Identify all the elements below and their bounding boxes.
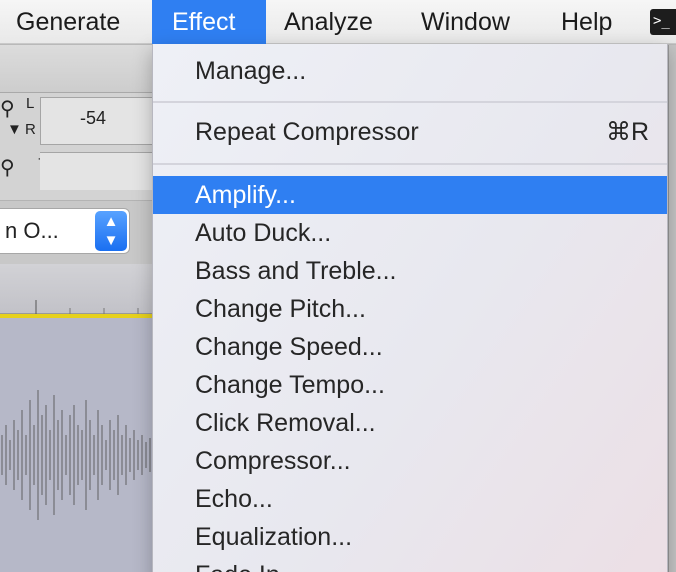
menu-item-repeat-compressor[interactable]: Repeat Compressor ⌘R bbox=[153, 113, 667, 151]
menu-item-label: Auto Duck... bbox=[195, 219, 332, 247]
menu-item-click-removal[interactable]: Click Removal... bbox=[153, 404, 667, 442]
playback-meter[interactable] bbox=[40, 152, 160, 190]
menu-item-label: Change Pitch... bbox=[195, 295, 366, 323]
effect-menu: Manage... Repeat Compressor ⌘R Amplify..… bbox=[152, 44, 668, 572]
meter-dropdown-icon[interactable]: ▼ bbox=[7, 121, 22, 138]
menu-item-compressor[interactable]: Compressor... bbox=[153, 442, 667, 480]
menu-item-label: Repeat Compressor bbox=[195, 118, 419, 146]
menu-item-label: Manage... bbox=[195, 57, 307, 85]
waveform bbox=[1, 390, 151, 520]
speaker-icon[interactable]: ⚲ bbox=[0, 155, 15, 180]
menu-item-change-pitch[interactable]: Change Pitch... bbox=[153, 290, 667, 328]
menu-item-label: Change Tempo... bbox=[195, 371, 385, 399]
meter-left-label: L bbox=[26, 95, 35, 112]
menu-item-amplify[interactable]: Amplify... bbox=[153, 176, 667, 214]
meter-level-value: -54 bbox=[80, 108, 107, 128]
menu-item-label: Amplify... bbox=[195, 181, 296, 209]
menu-item-echo[interactable]: Echo... bbox=[153, 480, 667, 518]
menu-window[interactable]: Window bbox=[405, 0, 526, 44]
menu-separator bbox=[153, 163, 667, 165]
menu-item-label: Bass and Treble... bbox=[195, 257, 397, 285]
menu-item-label: Fade In bbox=[195, 561, 280, 572]
menu-item-change-tempo[interactable]: Change Tempo... bbox=[153, 366, 667, 404]
menu-item-change-speed[interactable]: Change Speed... bbox=[153, 328, 667, 366]
menu-analyze[interactable]: Analyze bbox=[268, 0, 389, 44]
menu-item-label: Echo... bbox=[195, 485, 273, 513]
meter-right-label: R bbox=[25, 121, 36, 138]
menu-item-shortcut: ⌘R bbox=[605, 118, 649, 146]
menu-item-label: Compressor... bbox=[195, 447, 351, 475]
menu-help[interactable]: Help bbox=[545, 0, 628, 44]
menu-item-bass-and-treble[interactable]: Bass and Treble... bbox=[153, 252, 667, 290]
menu-effect[interactable]: Effect bbox=[152, 0, 266, 44]
stepper-icon[interactable]: ▲ ▼ bbox=[95, 211, 127, 251]
menu-item-manage[interactable]: Manage... bbox=[153, 52, 667, 90]
menu-item-equalization[interactable]: Equalization... bbox=[153, 518, 667, 556]
menu-generate[interactable]: Generate bbox=[0, 0, 136, 44]
menu-item-label: Equalization... bbox=[195, 523, 353, 551]
menu-item-auto-duck[interactable]: Auto Duck... bbox=[153, 214, 667, 252]
terminal-icon[interactable]: >_ bbox=[650, 9, 676, 35]
menu-item-label: Click Removal... bbox=[195, 409, 376, 437]
device-select-value: n O... bbox=[5, 218, 59, 243]
microphone-icon[interactable]: ⚲ bbox=[0, 96, 15, 121]
menu-bar: Generate Effect Analyze Window Help >_ bbox=[0, 0, 676, 44]
window-right-edge bbox=[668, 45, 676, 572]
menu-item-fade-in[interactable]: Fade In bbox=[153, 556, 667, 572]
menu-separator bbox=[153, 101, 667, 103]
menu-item-label: Change Speed... bbox=[195, 333, 383, 361]
